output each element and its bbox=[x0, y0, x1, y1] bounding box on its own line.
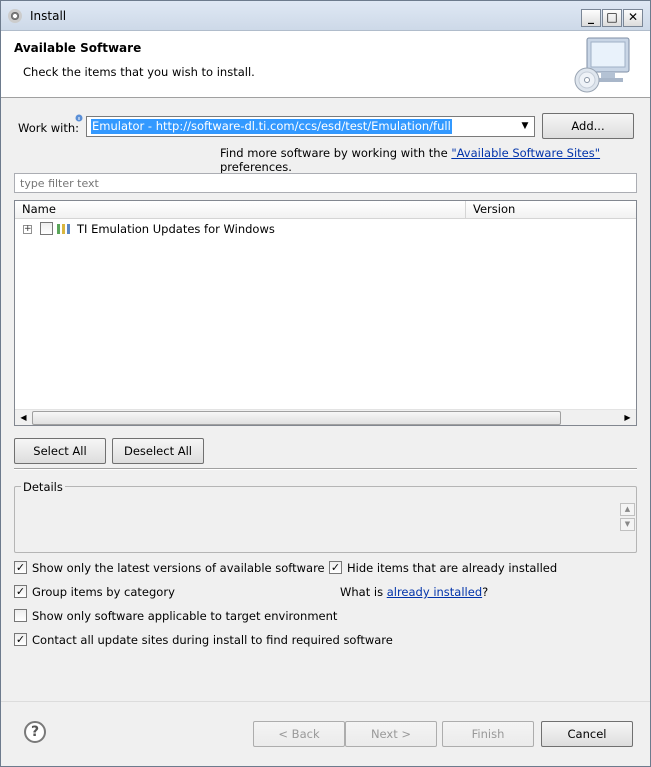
row-checkbox[interactable] bbox=[40, 222, 53, 235]
finish-button[interactable]: Finish bbox=[442, 721, 534, 747]
next-button[interactable]: Next > bbox=[345, 721, 437, 747]
find-more-prefix: Find more software by working with the bbox=[220, 146, 452, 160]
already-installed-link[interactable]: already installed bbox=[387, 585, 482, 599]
table-row[interactable]: + TI Emulation Updates for Windows bbox=[15, 220, 636, 238]
hide-installed-label: Hide items that are already installed bbox=[347, 561, 558, 575]
what-is-prefix: What is bbox=[340, 585, 387, 599]
scroll-thumb[interactable] bbox=[32, 411, 561, 425]
target-environment-checkbox[interactable] bbox=[14, 609, 27, 622]
deselect-all-button[interactable]: Deselect All bbox=[112, 438, 204, 464]
select-all-button[interactable]: Select All bbox=[14, 438, 106, 464]
filter-field[interactable] bbox=[14, 173, 637, 193]
category-icon bbox=[57, 224, 71, 234]
contact-sites-checkbox[interactable]: ✓ bbox=[14, 633, 27, 646]
close-button[interactable]: ✕ bbox=[623, 9, 643, 27]
latest-versions-label: Show only the latest versions of availab… bbox=[32, 561, 325, 575]
software-tree[interactable]: Name Version + TI Emulation Updates for … bbox=[14, 200, 637, 426]
monitor-cd-icon bbox=[574, 37, 630, 93]
scroll-left-icon[interactable]: ◀ bbox=[16, 411, 31, 425]
available-software-sites-link[interactable]: "Available Software Sites" bbox=[451, 146, 600, 160]
minimize-button[interactable]: _ bbox=[581, 9, 601, 27]
chevron-down-icon[interactable]: ▼ bbox=[517, 118, 533, 135]
eclipse-app-icon bbox=[8, 9, 22, 23]
cancel-button[interactable]: Cancel bbox=[541, 721, 633, 747]
page-title: Available Software bbox=[14, 41, 142, 55]
group-by-category-label: Group items by category bbox=[32, 585, 175, 599]
column-header-version[interactable]: Version bbox=[466, 201, 636, 219]
filter-input[interactable] bbox=[15, 174, 636, 192]
divider bbox=[14, 468, 637, 470]
latest-versions-checkbox[interactable]: ✓ bbox=[14, 561, 27, 574]
find-more-suffix: preferences. bbox=[220, 160, 292, 174]
maximize-button[interactable]: □ bbox=[602, 9, 622, 27]
expand-icon[interactable]: + bbox=[23, 225, 32, 234]
row-name: TI Emulation Updates for Windows bbox=[77, 222, 275, 236]
target-environment-label: Show only software applicable to target … bbox=[32, 609, 338, 623]
back-button[interactable]: < Back bbox=[253, 721, 345, 747]
group-by-category-checkbox[interactable]: ✓ bbox=[14, 585, 27, 598]
horizontal-scrollbar[interactable]: ◀ ▶ bbox=[15, 409, 636, 425]
install-dialog: Install _ □ ✕ Available Software Check t… bbox=[0, 0, 651, 767]
footer-divider bbox=[1, 701, 650, 702]
work-with-combo[interactable]: Emulator - http://software-dl.ti.com/ccs… bbox=[86, 116, 535, 137]
help-icon[interactable]: ? bbox=[24, 721, 46, 743]
what-is-suffix: ? bbox=[482, 585, 489, 599]
details-group: Details ▲ ▼ bbox=[14, 480, 637, 553]
column-header-name[interactable]: Name bbox=[15, 201, 466, 219]
wizard-header: Available Software Check the items that … bbox=[1, 31, 650, 98]
title-bar: Install _ □ ✕ bbox=[1, 1, 650, 31]
what-is-installed-text: What is already installed? bbox=[340, 585, 488, 599]
work-with-label: Work with: bbox=[18, 121, 80, 135]
scroll-up-icon[interactable]: ▲ bbox=[620, 503, 635, 516]
hide-installed-checkbox[interactable]: ✓ bbox=[329, 561, 342, 574]
work-with-value[interactable]: Emulator - http://software-dl.ti.com/ccs… bbox=[91, 119, 452, 134]
scroll-right-icon[interactable]: ▶ bbox=[620, 411, 635, 425]
add-site-button[interactable]: Add... bbox=[542, 113, 634, 139]
scroll-down-icon[interactable]: ▼ bbox=[620, 518, 635, 531]
contact-sites-label: Contact all update sites during install … bbox=[32, 633, 393, 647]
page-description: Check the items that you wish to install… bbox=[23, 65, 255, 79]
details-label: Details bbox=[21, 480, 65, 494]
info-icon bbox=[75, 114, 83, 122]
find-more-text: Find more software by working with the "… bbox=[220, 146, 650, 174]
window-title: Install bbox=[30, 9, 67, 23]
